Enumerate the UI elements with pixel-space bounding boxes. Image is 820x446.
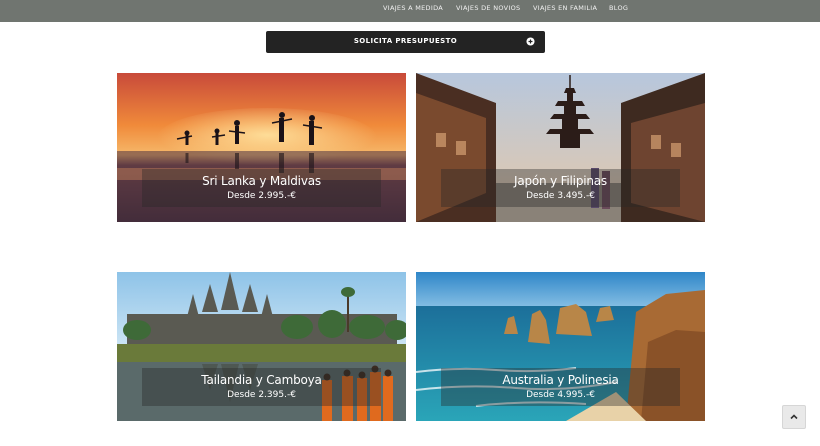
nav-viajes-a-medida[interactable]: VIAJES A MEDIDA bbox=[383, 4, 443, 12]
destination-title: Japón y Filipinas bbox=[514, 174, 607, 188]
destination-title: Tailandia y Camboya bbox=[201, 373, 322, 387]
main-nav: VIAJES A MEDIDA VIAJES DE NOVIOS VIAJES … bbox=[0, 4, 820, 18]
destination-card-sri-lanka[interactable]: Sri Lanka y Maldivas Desde 2.995.-€ bbox=[117, 73, 406, 222]
destination-price: Desde 4.995.-€ bbox=[526, 390, 595, 400]
destination-title: Sri Lanka y Maldivas bbox=[202, 174, 321, 188]
nav-viajes-de-novios[interactable]: VIAJES DE NOVIOS bbox=[456, 4, 520, 12]
destination-card-tailandia[interactable]: Tailandia y Camboya Desde 2.395.-€ bbox=[117, 272, 406, 421]
request-quote-button[interactable]: SOLICITA PRESUPUESTO bbox=[266, 31, 545, 53]
top-navigation-bar: VIAJES A MEDIDA VIAJES DE NOVIOS VIAJES … bbox=[0, 0, 820, 22]
destination-price: Desde 3.495.-€ bbox=[526, 191, 595, 201]
nav-viajes-en-familia[interactable]: VIAJES EN FAMILIA bbox=[533, 4, 597, 12]
plus-circle-icon bbox=[526, 37, 535, 46]
destination-title: Australia y Polinesia bbox=[502, 373, 619, 387]
destination-price: Desde 2.395.-€ bbox=[227, 390, 296, 400]
destination-card-australia[interactable]: Australia y Polinesia Desde 4.995.-€ bbox=[416, 272, 705, 421]
destination-card-japon[interactable]: Japón y Filipinas Desde 3.495.-€ bbox=[416, 73, 705, 222]
chevron-up-icon bbox=[790, 414, 798, 420]
nav-blog[interactable]: BLOG bbox=[609, 4, 628, 12]
request-quote-label: SOLICITA PRESUPUESTO bbox=[353, 37, 458, 45]
destination-price: Desde 2.995.-€ bbox=[227, 191, 296, 201]
back-to-top-button[interactable] bbox=[782, 405, 806, 429]
